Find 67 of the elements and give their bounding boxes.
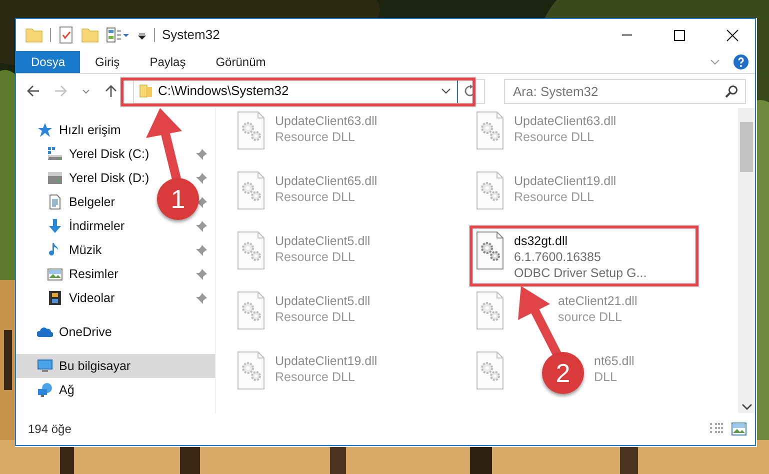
drive-icon [47, 146, 63, 162]
sidebar-item[interactable]: Yerel Disk (D:) [69, 170, 150, 185]
sidebar-item[interactable]: Hızlı erişim [59, 122, 121, 137]
file-icon[interactable] [475, 111, 505, 151]
file-icon[interactable] [236, 291, 266, 331]
help-icon[interactable] [733, 54, 749, 70]
sidebar-item[interactable]: Ağ [59, 382, 74, 397]
ribbon-tab[interactable]: Dosya [16, 51, 80, 73]
download-icon [47, 218, 63, 234]
sidebar-item[interactable]: OneDrive [59, 324, 112, 339]
folder-icon [25, 26, 43, 44]
search-field[interactable]: Ara: System32 [504, 78, 746, 104]
scrollbar[interactable] [738, 108, 755, 413]
file-icon[interactable] [475, 291, 505, 331]
film-icon [47, 290, 63, 306]
view-icon[interactable] [106, 26, 130, 44]
sidebar-item[interactable]: Belgeler [69, 194, 115, 209]
file-icon[interactable] [236, 111, 266, 151]
file-icon[interactable] [236, 171, 266, 211]
image-icon [47, 266, 63, 282]
new-folder-icon[interactable] [81, 26, 99, 44]
file-icon[interactable] [475, 171, 505, 211]
large-icons-view-icon[interactable] [731, 422, 747, 436]
address-field[interactable]: C:\Windows\System32 [133, 78, 485, 104]
item-count: 194 öğe [28, 421, 72, 438]
file-name[interactable]: ds32gt.dll [514, 233, 568, 249]
window-title: System32 [162, 26, 221, 44]
scrollbar-thumb[interactable] [740, 122, 753, 172]
up-arrow-icon [104, 84, 118, 98]
file-detail: Resource DLL [514, 129, 594, 145]
sidebar-item[interactable]: İndirmeler [69, 218, 125, 233]
drive-icon [47, 170, 63, 186]
file-icon[interactable] [475, 231, 505, 271]
sidebar-item[interactable]: Bu bilgisayar [59, 358, 131, 373]
file-detail: Resource DLL [514, 189, 594, 205]
document-icon [47, 194, 63, 210]
folder-icon [139, 83, 153, 99]
file-icon[interactable] [236, 231, 266, 271]
sidebar-item[interactable]: Müzik [69, 242, 102, 257]
search-icon [725, 84, 738, 98]
network-icon [37, 382, 53, 398]
file-detail: Resource DLL [275, 369, 355, 385]
sidebar-item[interactable]: Yerel Disk (C:) [69, 146, 150, 161]
file-detail: source DLL [558, 309, 622, 325]
forward-arrow-icon [54, 84, 68, 98]
file-detail: Resource DLL [275, 189, 355, 205]
maximize-icon [672, 28, 686, 42]
file-icon[interactable] [236, 351, 266, 391]
file-detail: Resource DLL [275, 249, 355, 265]
ribbon-tab[interactable]: Giriş [80, 51, 135, 73]
caret-icon[interactable] [742, 404, 752, 410]
file-detail: Resource DLL [275, 129, 355, 145]
sidebar-item[interactable]: Resimler [69, 266, 118, 281]
close-icon [726, 28, 738, 42]
properties-icon[interactable] [58, 26, 74, 44]
monitor-icon [37, 358, 53, 374]
back-arrow-icon [26, 84, 40, 98]
ribbon-tab[interactable]: Görünüm [200, 51, 281, 73]
file-detail: 6.1.7600.16385 [514, 249, 601, 265]
caret-icon [82, 88, 90, 94]
file-icon[interactable] [475, 351, 505, 391]
file-detail: Resource DLL [275, 309, 355, 325]
ribbon-tab[interactable]: Paylaş [134, 51, 201, 73]
file-detail: ODBC Driver Setup G... [514, 265, 647, 281]
sidebar-item[interactable]: Videolar [69, 290, 115, 305]
star-icon [37, 122, 53, 138]
file-detail: DLL [594, 369, 617, 385]
